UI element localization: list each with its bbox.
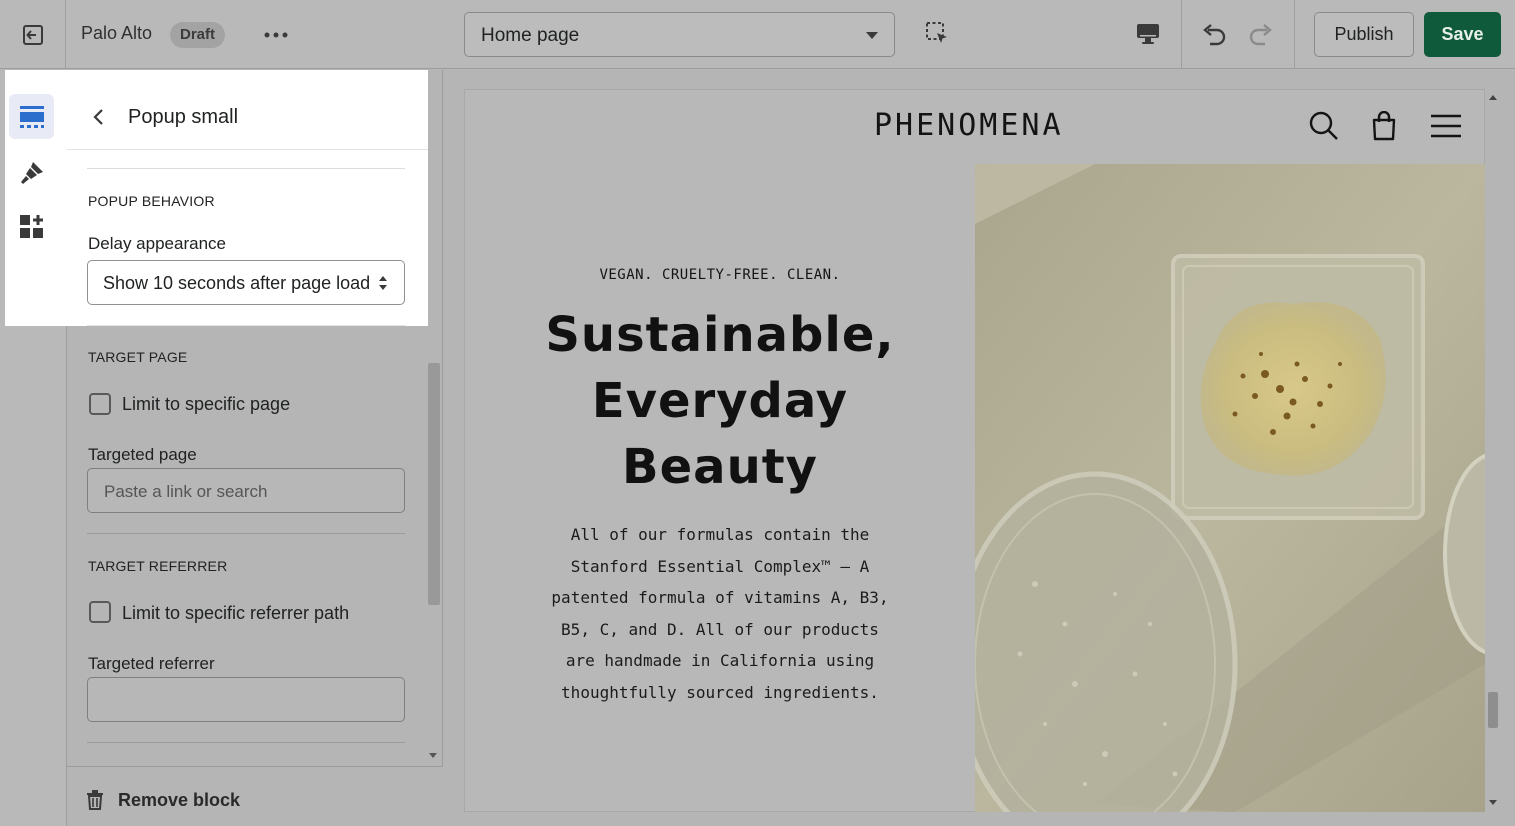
limit-referrer-path-label: Limit to specific referrer path: [122, 603, 350, 623]
undo-icon: [1203, 24, 1226, 46]
menu-button[interactable]: [1428, 108, 1464, 144]
search-icon: [1309, 111, 1338, 140]
panel-scrollbar-thumb[interactable]: [428, 363, 440, 605]
remove-block-label[interactable]: Remove block: [118, 790, 240, 811]
hero-body-line: patented formula of vitamins A, B3,: [551, 588, 889, 607]
divider: [1181, 0, 1182, 69]
targeted-referrer-label: Targeted referrer: [88, 654, 215, 673]
select-cursor-icon: [926, 22, 947, 43]
hero-body-line: are handmade in California using: [565, 651, 875, 670]
inspect-button[interactable]: [920, 16, 956, 52]
store-logo[interactable]: PHENOMENA: [874, 108, 1064, 143]
limit-referrer-path-checkbox[interactable]: [89, 601, 111, 623]
more-actions-button[interactable]: [258, 20, 294, 50]
hero-product-image: [975, 164, 1485, 812]
desktop-icon: [1137, 24, 1159, 44]
limit-specific-page-checkbox[interactable]: [89, 393, 111, 415]
hero-body-text: All of our formulas contain the Stanford…: [540, 519, 900, 708]
top-bar: Palo Alto Draft Home page Publish Save: [0, 0, 1515, 69]
publish-button[interactable]: Publish: [1314, 12, 1414, 57]
divider: [1294, 0, 1295, 69]
delay-appearance-label: Delay appearance: [88, 234, 226, 253]
status-badge: Draft: [170, 22, 226, 48]
hero-headline-line: Beauty: [622, 439, 818, 495]
select-arrows-icon: [379, 276, 387, 290]
undo-button[interactable]: [1196, 16, 1232, 52]
store-name: Palo Alto: [81, 23, 153, 43]
exit-icon: [22, 24, 43, 45]
page-selector[interactable]: Home page: [464, 12, 895, 57]
scroll-down-arrow-icon[interactable]: [429, 753, 437, 758]
hamburger-icon: [1431, 114, 1461, 138]
redo-icon: [1249, 24, 1272, 46]
delay-appearance-select[interactable]: Show 10 seconds after page load: [87, 260, 405, 305]
preview-scrollbar-thumb[interactable]: [1488, 692, 1498, 728]
hero-body-line: thoughtfully sourced ingredients.: [561, 682, 879, 702]
hero-body-line: B5, C, and D. All of our products: [561, 619, 879, 639]
targeted-page-input[interactable]: Paste a link or search: [87, 468, 405, 513]
exit-editor-button[interactable]: [0, 0, 66, 69]
back-button[interactable]: [85, 103, 113, 131]
targeted-page-placeholder: Paste a link or search: [104, 482, 268, 501]
scroll-down-arrow-icon[interactable]: [1489, 800, 1497, 805]
hero-headline-line: Everyday: [591, 373, 849, 429]
delay-appearance-value: Show 10 seconds after page load: [103, 273, 371, 293]
section-heading-popup-behavior: POPUP BEHAVIOR: [88, 193, 215, 209]
remove-block-button[interactable]: [84, 789, 106, 811]
limit-specific-page-label: Limit to specific page: [122, 394, 291, 414]
hero-body-line: Stanford Essential Complex™ – A: [570, 556, 870, 576]
divider: [87, 742, 405, 743]
trash-icon: [87, 790, 103, 810]
paintbrush-icon: [20, 161, 43, 184]
panel-title: Popup small: [128, 106, 239, 128]
theme-settings-tab[interactable]: [9, 150, 54, 195]
desktop-view-button[interactable]: [1130, 16, 1166, 52]
caret-down-icon: [866, 32, 878, 39]
hero-headline: Sustainable, Everyday Beauty: [520, 302, 920, 500]
ellipsis-icon: [264, 32, 288, 38]
section-heading-target-referrer: TARGET REFERRER: [88, 558, 228, 574]
hero-body-line: All of our formulas contain the: [570, 525, 870, 544]
sections-icon: [19, 105, 44, 128]
apps-tab[interactable]: [9, 204, 54, 249]
sections-tab[interactable]: [9, 94, 54, 139]
divider: [87, 533, 405, 534]
divider: [87, 325, 405, 326]
save-button[interactable]: Save: [1424, 12, 1501, 57]
scroll-up-arrow-icon[interactable]: [1489, 95, 1497, 100]
shopping-bag-icon: [1372, 111, 1396, 141]
targeted-page-label: Targeted page: [88, 445, 197, 464]
search-button[interactable]: [1306, 108, 1342, 144]
targeted-referrer-input[interactable]: [87, 677, 405, 722]
page-selector-label: Home page: [481, 25, 580, 46]
hero-eyebrow: VEGAN. CRUELTY-FREE. CLEAN.: [599, 267, 841, 283]
apps-icon: [19, 214, 43, 238]
divider: [87, 168, 405, 169]
hero-headline-line: Sustainable,: [545, 307, 895, 363]
panel-header: [67, 70, 428, 150]
redo-button[interactable]: [1243, 16, 1279, 52]
cart-button[interactable]: [1366, 108, 1402, 144]
section-heading-target-page: TARGET PAGE: [88, 349, 188, 365]
chevron-left-icon: [93, 109, 103, 125]
